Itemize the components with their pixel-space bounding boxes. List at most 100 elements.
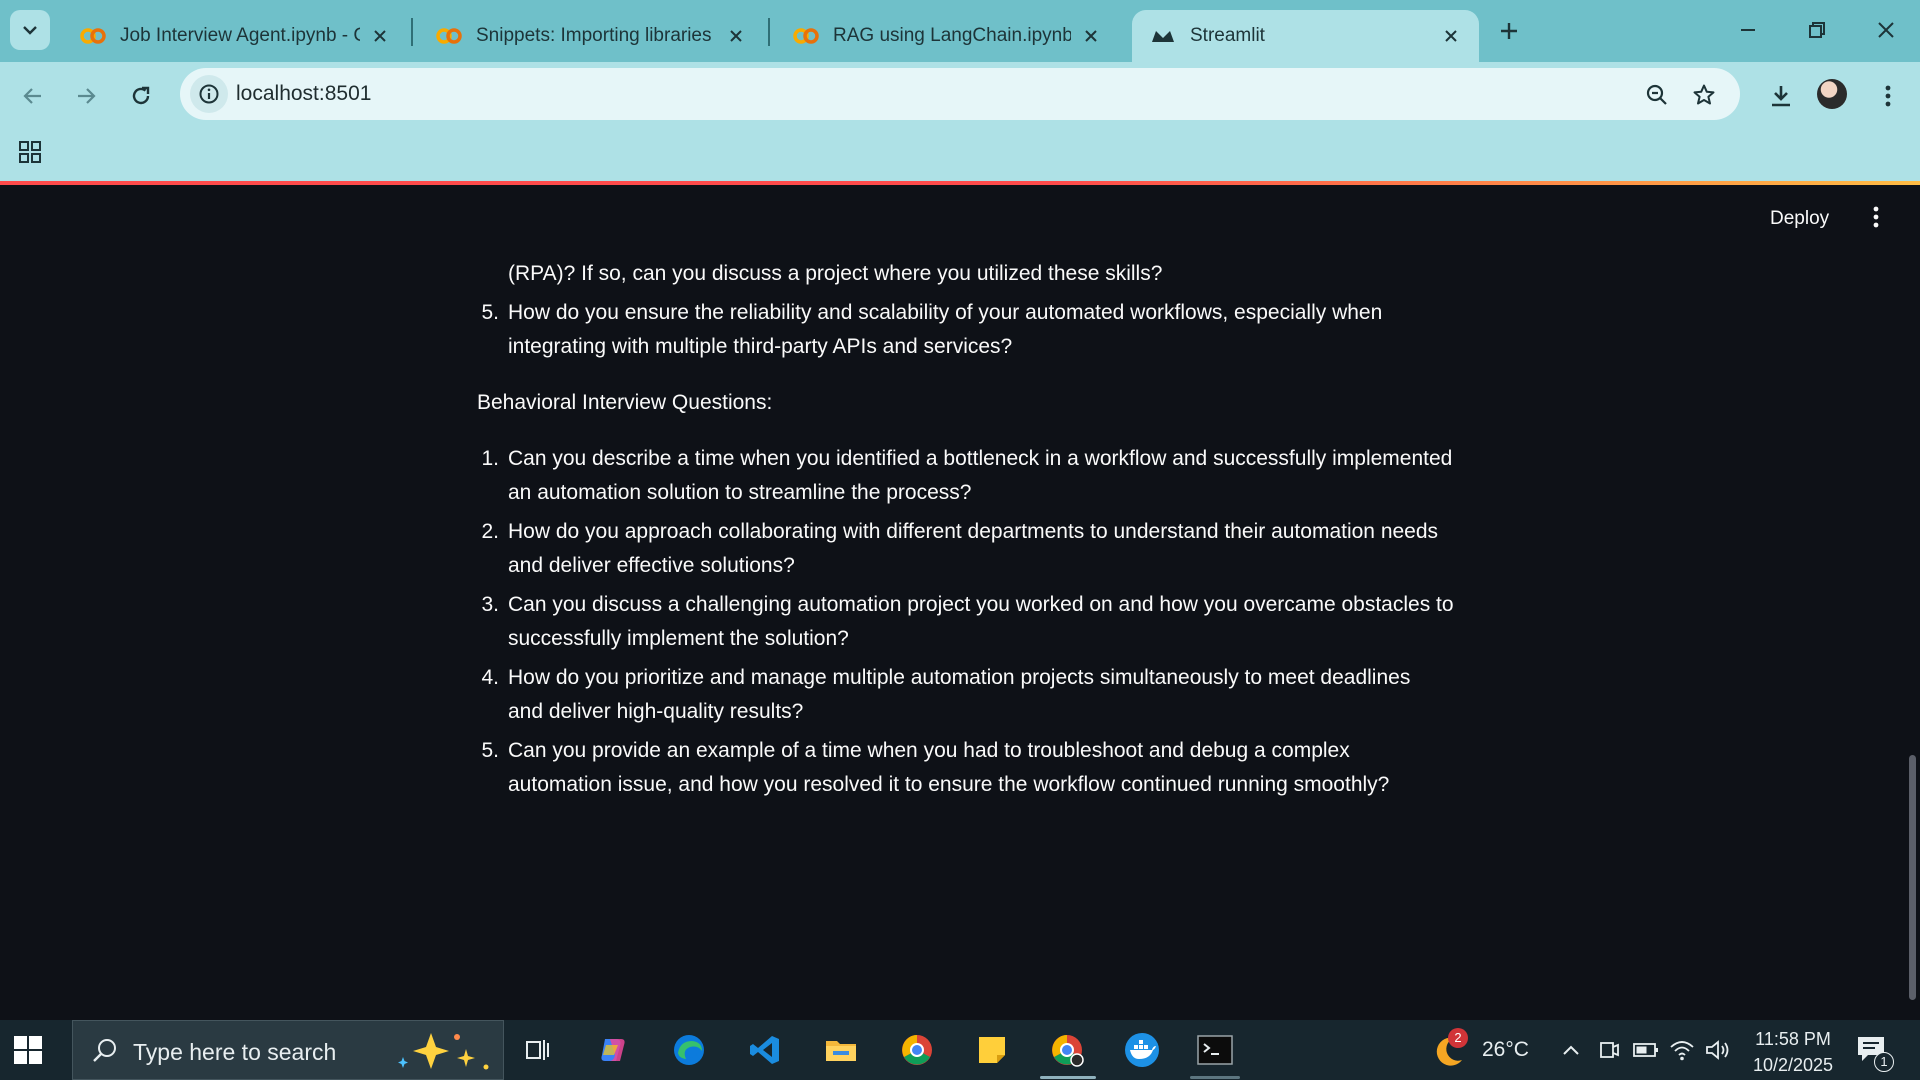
close-window-button[interactable] — [1864, 12, 1908, 48]
docker-app-button[interactable] — [1122, 1030, 1162, 1070]
taskbar-clock[interactable]: 11:58 PM 10/2/2025 — [1743, 1026, 1843, 1078]
tab-streamlit[interactable]: Streamlit — [1132, 10, 1479, 62]
vscode-app-button[interactable] — [745, 1030, 785, 1070]
taskbar-search-box[interactable]: Type here to search — [72, 1020, 504, 1080]
restore-icon — [1809, 22, 1825, 38]
back-button[interactable] — [13, 76, 53, 116]
close-tab-icon[interactable] — [368, 24, 392, 48]
site-info-button[interactable] — [190, 75, 228, 113]
task-view-button[interactable] — [518, 1030, 558, 1070]
scrollbar-thumb[interactable] — [1909, 755, 1916, 1000]
active-app-indicator — [1040, 1076, 1096, 1079]
volume-button[interactable] — [1700, 1030, 1736, 1070]
clock-time: 11:58 PM — [1755, 1029, 1831, 1049]
search-icon — [93, 1039, 116, 1062]
apps-grid-icon — [19, 141, 41, 163]
meet-now-button[interactable] — [1591, 1030, 1627, 1070]
chevron-up-icon — [1563, 1045, 1579, 1055]
edge-app-button[interactable] — [669, 1030, 709, 1070]
colab-icon — [436, 28, 462, 44]
speaker-icon — [1706, 1040, 1729, 1060]
downloads-button[interactable] — [1761, 76, 1801, 116]
bookmark-button[interactable] — [1689, 80, 1719, 110]
browser-chrome: Job Interview Agent.ipynb - Col Snippets… — [0, 0, 1920, 182]
chrome-profile-app-button[interactable] — [1047, 1030, 1087, 1070]
tab-title: RAG using LangChain.ipynb - C — [833, 25, 1071, 46]
battery-icon — [1633, 1043, 1658, 1057]
tab-title: Streamlit — [1190, 25, 1265, 46]
question-text-line: and deliver effective solutions? — [508, 554, 795, 577]
question-text-line: Can you describe a time when you identif… — [508, 447, 1453, 470]
question-text-line: automation issue, and how you resolved i… — [508, 773, 1390, 796]
tab-title: Job Interview Agent.ipynb - Col — [120, 25, 360, 46]
show-hidden-icons-button[interactable] — [1553, 1030, 1589, 1070]
weather-widget[interactable]: 2 26°C — [1428, 1020, 1529, 1080]
question-text-line: How do you approach collaborating with d… — [508, 520, 1439, 543]
kebab-menu-icon — [1873, 206, 1879, 228]
chevron-down-icon — [23, 26, 37, 35]
running-app-indicator — [1190, 1076, 1240, 1079]
info-icon — [199, 84, 219, 104]
search-placeholder: Type here to search — [133, 1039, 337, 1065]
tab-snippets[interactable]: Snippets: Importing libraries - C — [418, 10, 764, 62]
reload-button[interactable] — [121, 76, 161, 116]
streamlit-icon — [1152, 31, 1174, 42]
star-icon — [1693, 84, 1715, 105]
kebab-menu-icon — [1885, 85, 1891, 107]
tab-title: Snippets: Importing libraries - C — [476, 25, 716, 46]
main-menu-button[interactable] — [1864, 202, 1888, 232]
chrome-app-button[interactable] — [897, 1030, 937, 1070]
apps-button[interactable] — [14, 136, 46, 168]
page-scrollbar[interactable] — [1906, 185, 1920, 1020]
terminal-app-button[interactable] — [1195, 1030, 1235, 1070]
streamlit-app: Deploy (RPA)? If so, can you discuss a p… — [0, 185, 1920, 1020]
address-bar[interactable]: localhost:8501 — [180, 68, 1740, 120]
windows-taskbar: Type here to search 2 26°C 11:58 PM 10/2… — [0, 1020, 1920, 1080]
close-tab-icon[interactable] — [1079, 24, 1103, 48]
copilot-app-button[interactable] — [593, 1030, 633, 1070]
minimize-button[interactable] — [1726, 12, 1770, 48]
question-text-line: an automation solution to streamline the… — [508, 481, 972, 504]
list-number: 5. — [481, 739, 499, 762]
notification-center-button[interactable]: 1 — [1856, 1034, 1894, 1072]
battery-button[interactable] — [1628, 1030, 1664, 1070]
arrow-right-icon — [78, 88, 96, 104]
profile-avatar[interactable] — [1817, 79, 1847, 109]
list-number: 5. — [481, 301, 499, 324]
question-text-line: and deliver high-quality results? — [508, 700, 804, 723]
question-text-line: How do you ensure the reliability and sc… — [508, 301, 1383, 324]
tab-separator — [768, 18, 770, 46]
tab-strip: Job Interview Agent.ipynb - Col Snippets… — [0, 0, 1920, 62]
list-number: 1. — [481, 447, 499, 470]
tab-separator — [411, 18, 413, 46]
wifi-icon — [1670, 1041, 1694, 1061]
close-tab-icon[interactable] — [724, 24, 748, 48]
sticky-notes-app-button[interactable] — [972, 1030, 1012, 1070]
download-icon — [1772, 86, 1790, 107]
chrome-icon — [902, 1035, 932, 1065]
start-button[interactable] — [14, 1036, 42, 1064]
task-view-icon — [526, 1040, 549, 1060]
close-tab-icon[interactable] — [1439, 24, 1463, 48]
forward-button[interactable] — [66, 76, 106, 116]
browser-menu-button[interactable] — [1868, 76, 1908, 116]
tab-rag-langchain[interactable]: RAG using LangChain.ipynb - C — [775, 10, 1119, 62]
list-number: 3. — [481, 593, 499, 616]
arrow-left-icon — [23, 88, 41, 104]
deploy-button[interactable]: Deploy — [1770, 208, 1829, 230]
plus-icon — [1501, 23, 1517, 39]
device-icon — [1600, 1042, 1619, 1058]
docker-icon — [1125, 1033, 1159, 1067]
network-button[interactable] — [1664, 1030, 1700, 1070]
file-explorer-app-button[interactable] — [821, 1030, 861, 1070]
url-text[interactable]: localhost:8501 — [236, 82, 371, 106]
restore-button[interactable] — [1795, 12, 1839, 48]
new-tab-button[interactable] — [1492, 14, 1526, 48]
folder-icon — [826, 1041, 856, 1061]
tab-search-button[interactable] — [10, 10, 50, 50]
zoom-button[interactable] — [1642, 80, 1672, 110]
notification-count-badge: 1 — [1874, 1052, 1894, 1072]
chrome-icon — [1052, 1035, 1084, 1067]
tab-job-interview-agent[interactable]: Job Interview Agent.ipynb - Col — [62, 10, 408, 62]
question-text-line: successfully implement the solution? — [508, 627, 849, 650]
